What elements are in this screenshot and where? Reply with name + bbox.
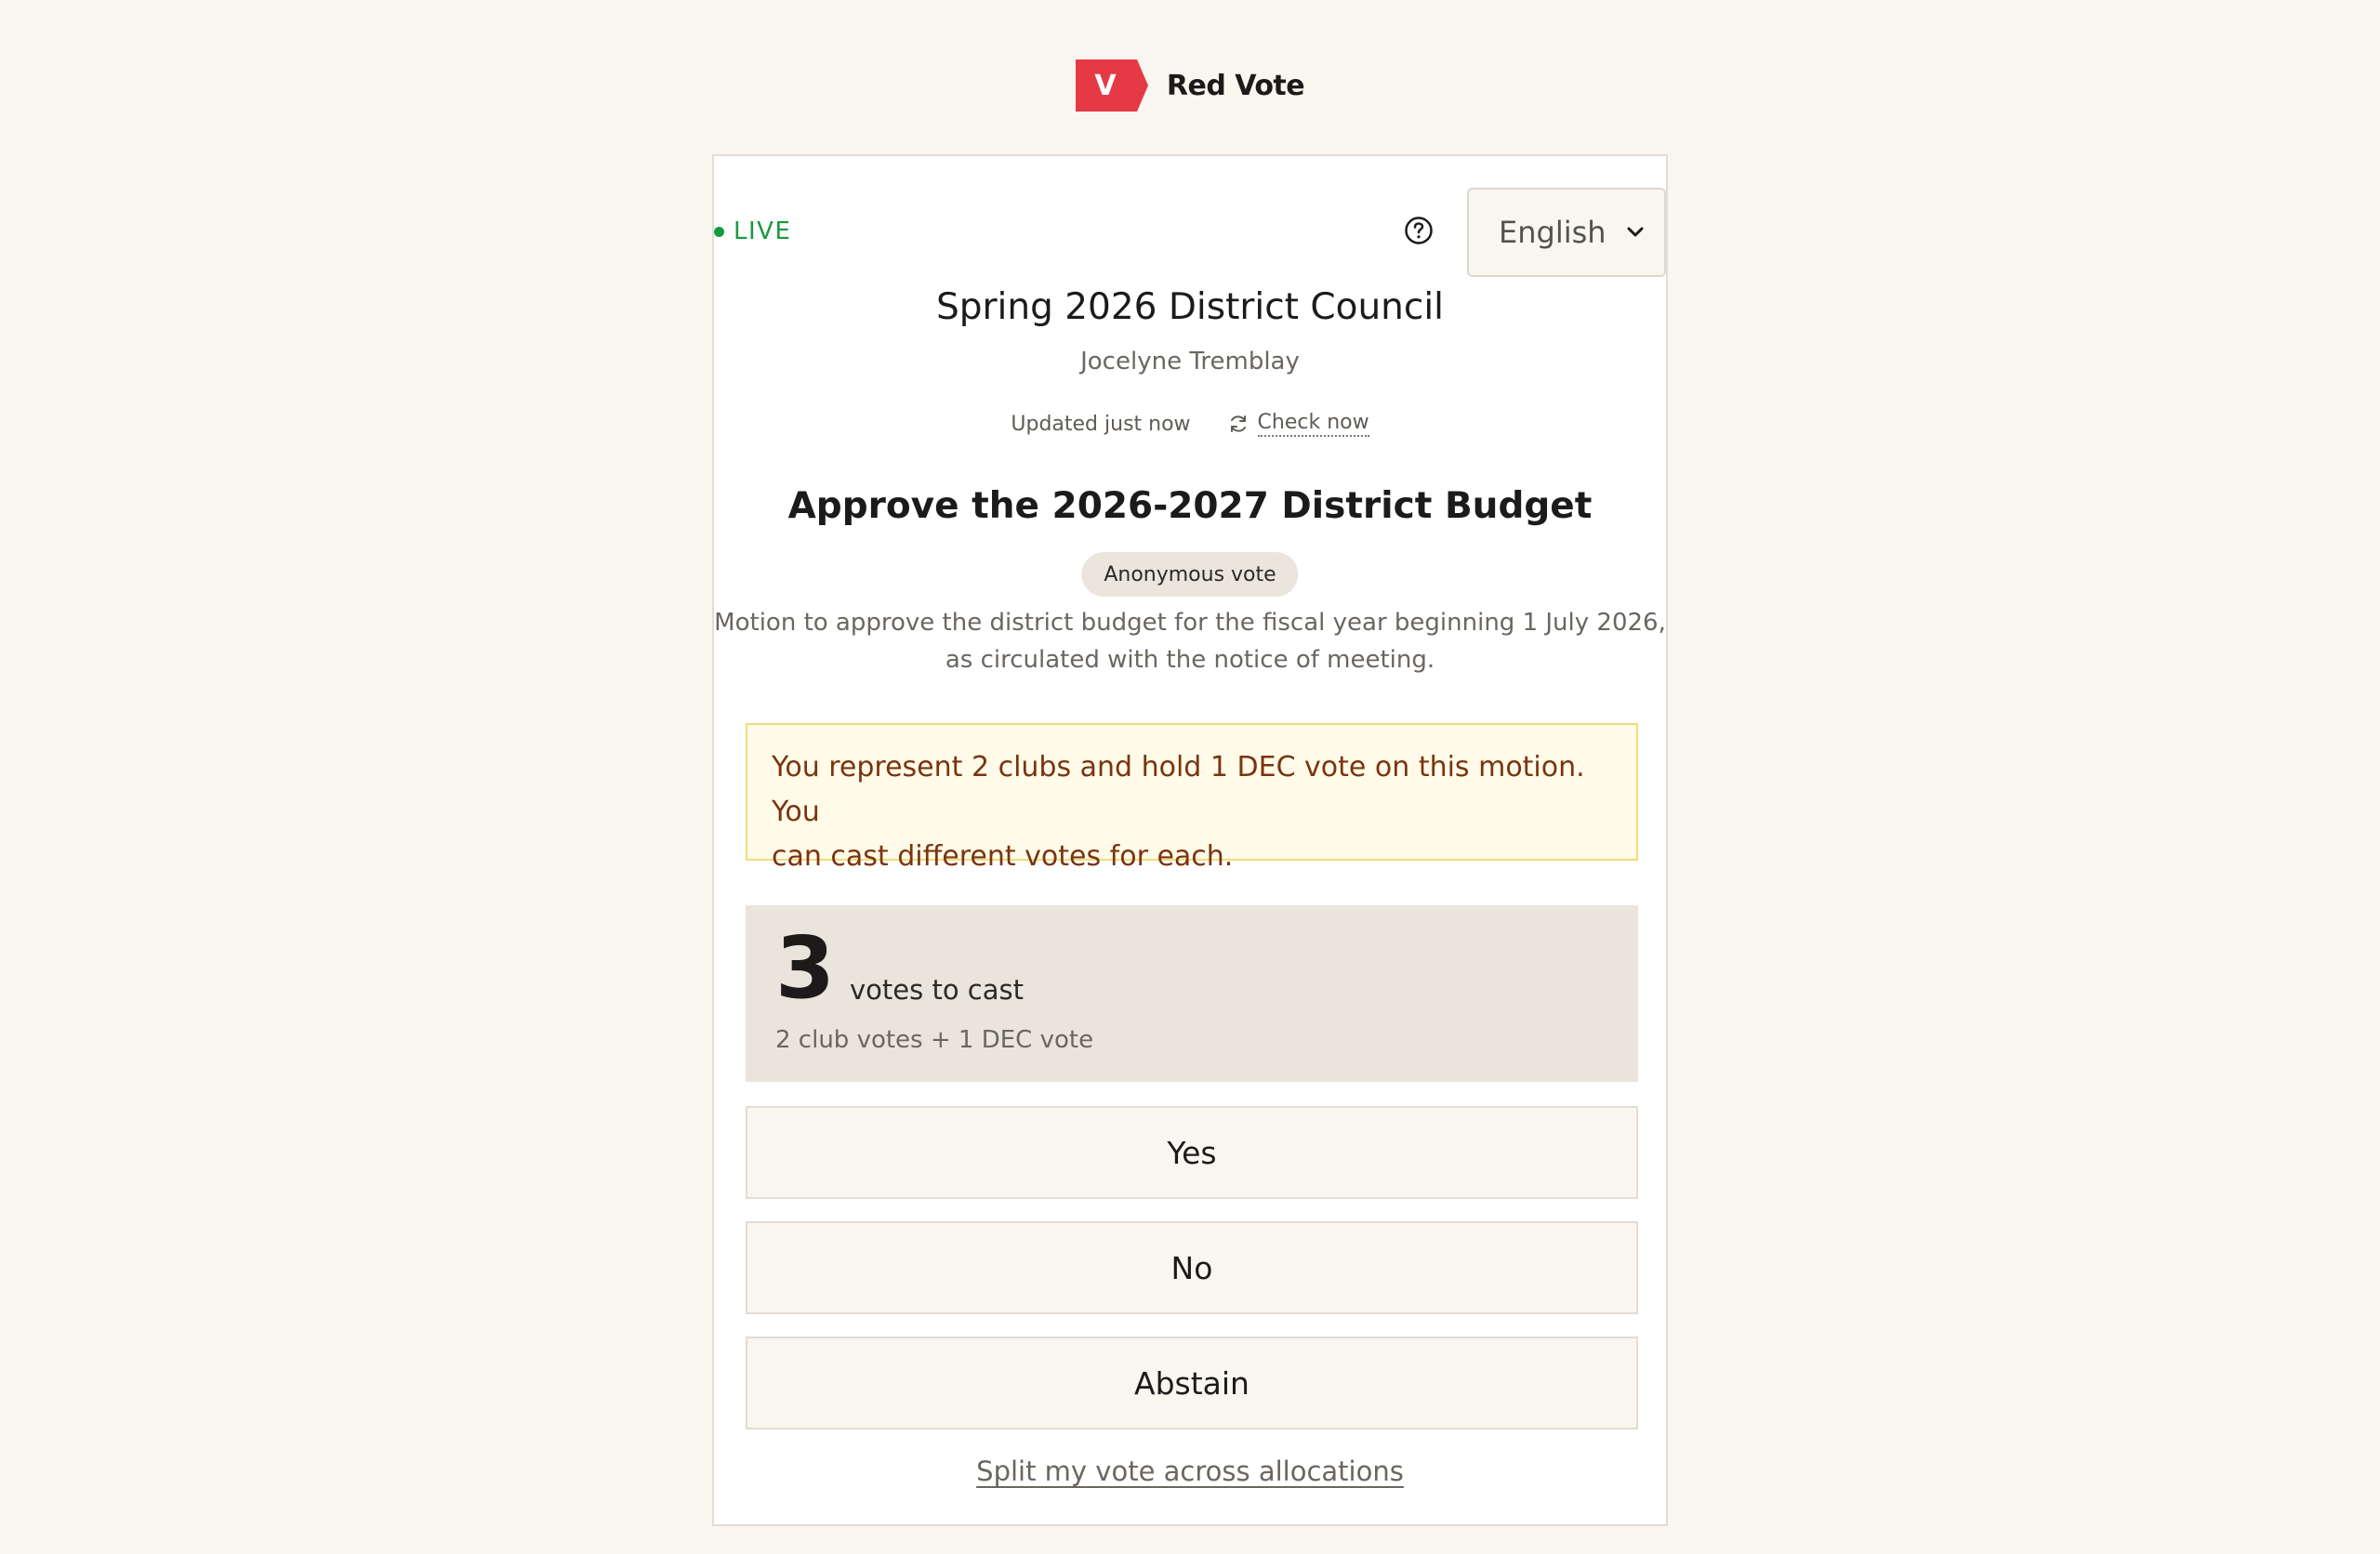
vote-abstain-label: Abstain [1134,1364,1250,1402]
motion-description-line: Motion to approve the district budget fo… [714,609,1666,637]
live-dot-icon [714,226,724,237]
check-now-button[interactable]: Check now [1228,411,1369,437]
meeting-organizer: Jocelyne Tremblay [1080,348,1300,375]
motion-description: Motion to approve the district budget fo… [714,604,1666,678]
voting-card: LIVE English Spring 2026 District Counci… [712,154,1668,1526]
help-button[interactable] [1402,214,1435,247]
logo-letter: V [1094,70,1117,102]
brand-name: Red Vote [1166,69,1305,102]
check-now-label: Check now [1257,411,1369,437]
logo-icon: V [1075,59,1148,112]
representation-notice: You represent 2 clubs and hold 1 DEC vot… [746,723,1638,873]
meeting-title: Spring 2026 District Council [935,286,1445,328]
update-status-row: Updated just now Check now [714,411,1666,437]
split-vote-link[interactable]: Split my vote across allocations [714,1455,1666,1487]
updated-text: Updated just now [1011,412,1191,436]
vote-yes-button[interactable]: Yes [746,1106,1638,1199]
votes-breakdown: 2 club votes + 1 DEC vote [775,1026,1094,1054]
vote-abstain-button[interactable]: Abstain [746,1337,1638,1429]
language-selected: English [1499,215,1606,250]
vote-no-button[interactable]: No [746,1221,1638,1314]
votes-count: 3 [775,918,836,1018]
votes-to-cast-panel: 3 votes to cast 2 club votes + 1 DEC vot… [746,905,1638,1082]
votes-label: votes to cast [850,974,1024,1006]
language-select[interactable]: English [1467,188,1666,277]
question-circle-icon [1405,217,1433,244]
anonymous-vote-badge: Anonymous vote [1081,552,1299,597]
vote-yes-label: Yes [1167,1134,1217,1171]
notice-line: can cast different votes for each. [772,840,1234,873]
motion-title: Approve the 2026-2027 District Budget [787,485,1593,527]
live-label: LIVE [734,217,792,245]
live-status: LIVE [714,217,791,245]
chevron-down-icon [1627,227,1644,237]
vote-no-label: No [1170,1249,1213,1286]
motion-description-line: as circulated with the notice of meeting… [945,646,1435,674]
brand-header: V Red Vote [0,59,2380,112]
refresh-icon [1230,415,1246,432]
notice-line: You represent 2 clubs and hold 1 DEC vot… [772,751,1585,828]
